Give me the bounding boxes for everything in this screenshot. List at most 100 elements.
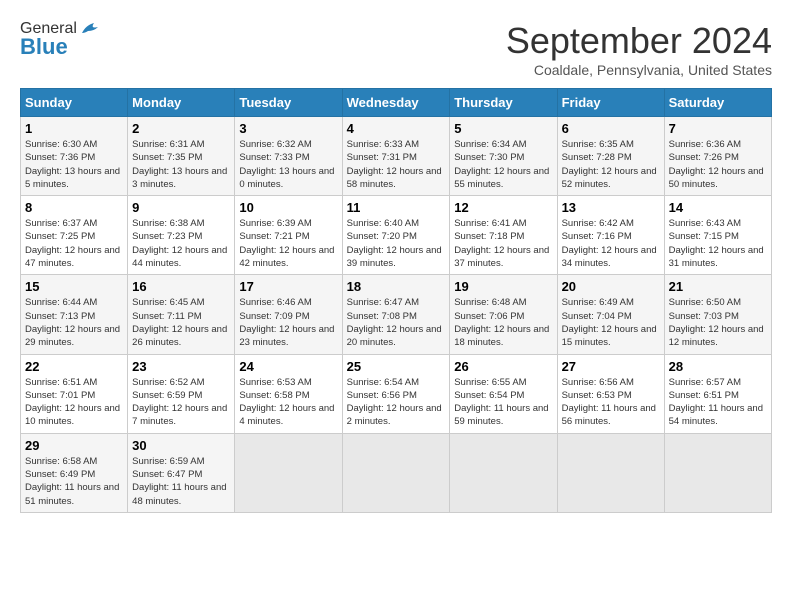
day-number: 10 — [239, 200, 337, 215]
table-row: 18 Sunrise: 6:47 AM Sunset: 7:08 PM Dayl… — [342, 275, 450, 354]
day-info: Sunrise: 6:49 AM Sunset: 7:04 PM Dayligh… — [562, 296, 660, 349]
table-row: 1 Sunrise: 6:30 AM Sunset: 7:36 PM Dayli… — [21, 117, 128, 196]
day-info: Sunrise: 6:48 AM Sunset: 7:06 PM Dayligh… — [454, 296, 552, 349]
day-info: Sunrise: 6:35 AM Sunset: 7:28 PM Dayligh… — [562, 138, 660, 191]
table-row: 23 Sunrise: 6:52 AM Sunset: 6:59 PM Dayl… — [128, 354, 235, 433]
day-number: 26 — [454, 359, 552, 374]
day-number: 12 — [454, 200, 552, 215]
day-number: 15 — [25, 279, 123, 294]
day-info: Sunrise: 6:40 AM Sunset: 7:20 PM Dayligh… — [347, 217, 446, 270]
logo: General Blue — [20, 20, 102, 60]
table-row: 17 Sunrise: 6:46 AM Sunset: 7:09 PM Dayl… — [235, 275, 342, 354]
calendar-week-1: 1 Sunrise: 6:30 AM Sunset: 7:36 PM Dayli… — [21, 117, 772, 196]
table-row: 8 Sunrise: 6:37 AM Sunset: 7:25 PM Dayli… — [21, 196, 128, 275]
day-number: 9 — [132, 200, 230, 215]
table-row: 26 Sunrise: 6:55 AM Sunset: 6:54 PM Dayl… — [450, 354, 557, 433]
day-number: 24 — [239, 359, 337, 374]
table-row: 21 Sunrise: 6:50 AM Sunset: 7:03 PM Dayl… — [664, 275, 771, 354]
day-number: 25 — [347, 359, 446, 374]
day-number: 23 — [132, 359, 230, 374]
day-number: 29 — [25, 438, 123, 453]
day-info: Sunrise: 6:44 AM Sunset: 7:13 PM Dayligh… — [25, 296, 123, 349]
day-info: Sunrise: 6:51 AM Sunset: 7:01 PM Dayligh… — [25, 376, 123, 429]
table-row — [664, 433, 771, 512]
table-row: 3 Sunrise: 6:32 AM Sunset: 7:33 PM Dayli… — [235, 117, 342, 196]
day-info: Sunrise: 6:53 AM Sunset: 6:58 PM Dayligh… — [239, 376, 337, 429]
table-row: 13 Sunrise: 6:42 AM Sunset: 7:16 PM Dayl… — [557, 196, 664, 275]
day-number: 13 — [562, 200, 660, 215]
day-info: Sunrise: 6:33 AM Sunset: 7:31 PM Dayligh… — [347, 138, 446, 191]
day-info: Sunrise: 6:58 AM Sunset: 6:49 PM Dayligh… — [25, 455, 123, 508]
day-info: Sunrise: 6:30 AM Sunset: 7:36 PM Dayligh… — [25, 138, 123, 191]
col-thursday: Thursday — [450, 89, 557, 117]
day-number: 27 — [562, 359, 660, 374]
day-info: Sunrise: 6:41 AM Sunset: 7:18 PM Dayligh… — [454, 217, 552, 270]
calendar-week-2: 8 Sunrise: 6:37 AM Sunset: 7:25 PM Dayli… — [21, 196, 772, 275]
day-info: Sunrise: 6:57 AM Sunset: 6:51 PM Dayligh… — [669, 376, 767, 429]
day-number: 22 — [25, 359, 123, 374]
day-number: 3 — [239, 121, 337, 136]
table-row — [557, 433, 664, 512]
day-number: 4 — [347, 121, 446, 136]
table-row: 27 Sunrise: 6:56 AM Sunset: 6:53 PM Dayl… — [557, 354, 664, 433]
table-row: 14 Sunrise: 6:43 AM Sunset: 7:15 PM Dayl… — [664, 196, 771, 275]
day-number: 6 — [562, 121, 660, 136]
day-info: Sunrise: 6:55 AM Sunset: 6:54 PM Dayligh… — [454, 376, 552, 429]
col-saturday: Saturday — [664, 89, 771, 117]
day-info: Sunrise: 6:31 AM Sunset: 7:35 PM Dayligh… — [132, 138, 230, 191]
day-info: Sunrise: 6:38 AM Sunset: 7:23 PM Dayligh… — [132, 217, 230, 270]
table-row: 19 Sunrise: 6:48 AM Sunset: 7:06 PM Dayl… — [450, 275, 557, 354]
page-header: General Blue September 2024 Coaldale, Pe… — [20, 20, 772, 78]
col-monday: Monday — [128, 89, 235, 117]
day-info: Sunrise: 6:52 AM Sunset: 6:59 PM Dayligh… — [132, 376, 230, 429]
day-info: Sunrise: 6:42 AM Sunset: 7:16 PM Dayligh… — [562, 217, 660, 270]
table-row: 15 Sunrise: 6:44 AM Sunset: 7:13 PM Dayl… — [21, 275, 128, 354]
title-block: September 2024 Coaldale, Pennsylvania, U… — [506, 20, 772, 78]
day-info: Sunrise: 6:59 AM Sunset: 6:47 PM Dayligh… — [132, 455, 230, 508]
col-tuesday: Tuesday — [235, 89, 342, 117]
table-row: 9 Sunrise: 6:38 AM Sunset: 7:23 PM Dayli… — [128, 196, 235, 275]
col-friday: Friday — [557, 89, 664, 117]
table-row: 24 Sunrise: 6:53 AM Sunset: 6:58 PM Dayl… — [235, 354, 342, 433]
col-wednesday: Wednesday — [342, 89, 450, 117]
calendar-week-4: 22 Sunrise: 6:51 AM Sunset: 7:01 PM Dayl… — [21, 354, 772, 433]
table-row: 22 Sunrise: 6:51 AM Sunset: 7:01 PM Dayl… — [21, 354, 128, 433]
table-row — [235, 433, 342, 512]
day-info: Sunrise: 6:34 AM Sunset: 7:30 PM Dayligh… — [454, 138, 552, 191]
table-row: 28 Sunrise: 6:57 AM Sunset: 6:51 PM Dayl… — [664, 354, 771, 433]
location-text: Coaldale, Pennsylvania, United States — [506, 62, 772, 78]
day-number: 11 — [347, 200, 446, 215]
table-row: 12 Sunrise: 6:41 AM Sunset: 7:18 PM Dayl… — [450, 196, 557, 275]
logo-bird-icon — [80, 21, 102, 37]
day-info: Sunrise: 6:39 AM Sunset: 7:21 PM Dayligh… — [239, 217, 337, 270]
day-info: Sunrise: 6:37 AM Sunset: 7:25 PM Dayligh… — [25, 217, 123, 270]
day-number: 30 — [132, 438, 230, 453]
table-row: 11 Sunrise: 6:40 AM Sunset: 7:20 PM Dayl… — [342, 196, 450, 275]
day-info: Sunrise: 6:32 AM Sunset: 7:33 PM Dayligh… — [239, 138, 337, 191]
month-title: September 2024 — [506, 20, 772, 62]
logo-blue-text: Blue — [20, 34, 68, 60]
col-sunday: Sunday — [21, 89, 128, 117]
day-info: Sunrise: 6:36 AM Sunset: 7:26 PM Dayligh… — [669, 138, 767, 191]
day-info: Sunrise: 6:47 AM Sunset: 7:08 PM Dayligh… — [347, 296, 446, 349]
calendar-week-3: 15 Sunrise: 6:44 AM Sunset: 7:13 PM Dayl… — [21, 275, 772, 354]
day-info: Sunrise: 6:43 AM Sunset: 7:15 PM Dayligh… — [669, 217, 767, 270]
day-info: Sunrise: 6:50 AM Sunset: 7:03 PM Dayligh… — [669, 296, 767, 349]
table-row: 30 Sunrise: 6:59 AM Sunset: 6:47 PM Dayl… — [128, 433, 235, 512]
day-number: 7 — [669, 121, 767, 136]
day-number: 21 — [669, 279, 767, 294]
day-number: 5 — [454, 121, 552, 136]
day-number: 18 — [347, 279, 446, 294]
day-info: Sunrise: 6:56 AM Sunset: 6:53 PM Dayligh… — [562, 376, 660, 429]
day-info: Sunrise: 6:45 AM Sunset: 7:11 PM Dayligh… — [132, 296, 230, 349]
table-row: 10 Sunrise: 6:39 AM Sunset: 7:21 PM Dayl… — [235, 196, 342, 275]
table-row: 4 Sunrise: 6:33 AM Sunset: 7:31 PM Dayli… — [342, 117, 450, 196]
table-row — [450, 433, 557, 512]
table-row: 29 Sunrise: 6:58 AM Sunset: 6:49 PM Dayl… — [21, 433, 128, 512]
table-row: 7 Sunrise: 6:36 AM Sunset: 7:26 PM Dayli… — [664, 117, 771, 196]
table-row — [342, 433, 450, 512]
day-info: Sunrise: 6:46 AM Sunset: 7:09 PM Dayligh… — [239, 296, 337, 349]
day-number: 28 — [669, 359, 767, 374]
table-row: 2 Sunrise: 6:31 AM Sunset: 7:35 PM Dayli… — [128, 117, 235, 196]
day-info: Sunrise: 6:54 AM Sunset: 6:56 PM Dayligh… — [347, 376, 446, 429]
